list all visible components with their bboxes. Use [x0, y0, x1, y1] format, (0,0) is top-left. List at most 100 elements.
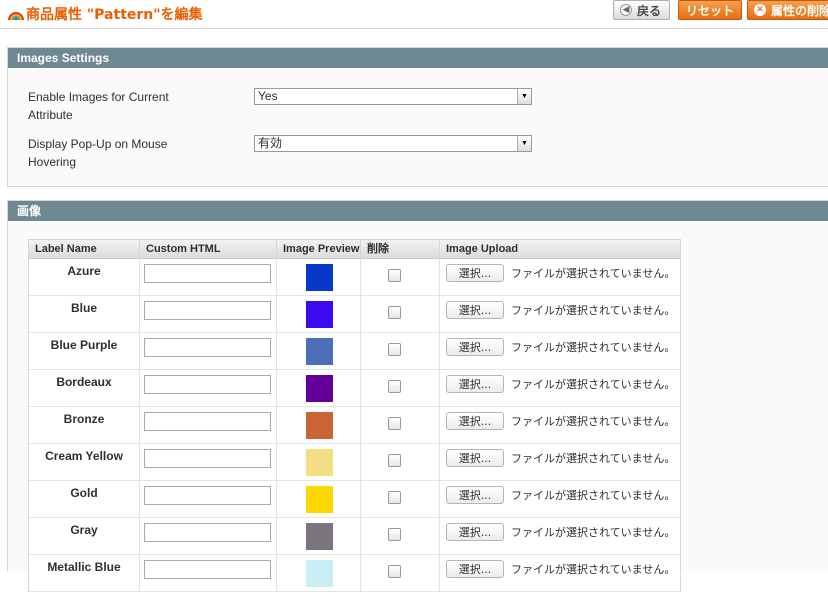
- custom-html-input[interactable]: [144, 264, 271, 283]
- column-delete[interactable]: 削除: [361, 240, 440, 258]
- upload-cell: 選択... ファイルが選択されていません。: [440, 370, 680, 406]
- upload-cell: 選択... ファイルが選択されていません。: [440, 555, 680, 591]
- color-swatch: [306, 301, 333, 328]
- enable-images-value: Yes: [258, 89, 278, 103]
- table-row: Gold 選択... ファイルが選択されていません。: [29, 481, 680, 518]
- no-file-text: ファイルが選択されていません。: [511, 526, 676, 539]
- delete-cell: [361, 518, 440, 554]
- delete-cell: [361, 407, 440, 443]
- delete-cell: [361, 444, 440, 480]
- custom-html-cell: [140, 370, 277, 406]
- table-row: Cream Yellow 選択... ファイルが選択されていません。: [29, 444, 680, 481]
- custom-html-cell: [140, 259, 277, 295]
- custom-html-input[interactable]: [144, 449, 271, 468]
- delete-checkbox[interactable]: [388, 528, 401, 541]
- no-file-text: ファイルが選択されていません。: [511, 378, 676, 391]
- images-settings-section: Images Settings Enable Images for Curren…: [7, 47, 828, 187]
- color-swatch: [306, 449, 333, 476]
- upload-cell: 選択... ファイルが選択されていません。: [440, 333, 680, 369]
- row-label: Bordeaux: [29, 370, 140, 406]
- file-select-button[interactable]: 選択...: [446, 264, 504, 282]
- custom-html-input[interactable]: [144, 375, 271, 394]
- table-row: Blue Purple 選択... ファイルが選択されていません。: [29, 333, 680, 370]
- back-button[interactable]: ◀ 戻る: [613, 0, 670, 20]
- page-header: 商品属性 "Pattern"を編集 ◀ 戻る リセット ✕ 属性の削除: [0, 0, 828, 29]
- custom-html-cell: [140, 555, 277, 591]
- file-select-button[interactable]: 選択...: [446, 523, 504, 541]
- file-select-button[interactable]: 選択...: [446, 412, 504, 430]
- custom-html-input[interactable]: [144, 412, 271, 431]
- table-row: Blue 選択... ファイルが選択されていません。: [29, 296, 680, 333]
- back-button-label: 戻る: [637, 3, 662, 18]
- table-row: Metallic Blue 選択... ファイルが選択されていません。: [29, 555, 680, 592]
- page-title-text: 商品属性 "Pattern"を編集: [26, 7, 203, 23]
- column-custom-html[interactable]: Custom HTML: [140, 240, 277, 258]
- image-preview-cell: [277, 481, 361, 517]
- image-preview-cell: [277, 518, 361, 554]
- color-swatch: [306, 375, 333, 402]
- delete-checkbox[interactable]: [388, 565, 401, 578]
- column-image-upload[interactable]: Image Upload: [440, 240, 680, 258]
- color-swatch: [306, 412, 333, 439]
- images-settings-header: Images Settings: [8, 48, 828, 68]
- row-label: Cream Yellow: [29, 444, 140, 480]
- custom-html-input[interactable]: [144, 523, 271, 542]
- image-preview-cell: [277, 370, 361, 406]
- file-select-button[interactable]: 選択...: [446, 486, 504, 504]
- page-title: 商品属性 "Pattern"を編集: [8, 4, 203, 24]
- delete-checkbox[interactable]: [388, 454, 401, 467]
- images-section: 画像 Label Name Custom HTML Image Preview …: [7, 200, 828, 592]
- delete-checkbox[interactable]: [388, 491, 401, 504]
- image-preview-cell: [277, 296, 361, 332]
- delete-checkbox[interactable]: [388, 417, 401, 430]
- custom-html-input[interactable]: [144, 301, 271, 320]
- image-preview-cell: [277, 333, 361, 369]
- delete-cell: [361, 333, 440, 369]
- file-select-button[interactable]: 選択...: [446, 560, 504, 578]
- enable-images-select[interactable]: Yes ▼: [254, 88, 532, 105]
- delete-checkbox[interactable]: [388, 380, 401, 393]
- row-label: Blue: [29, 296, 140, 332]
- file-select-button[interactable]: 選択...: [446, 338, 504, 356]
- file-select-button[interactable]: 選択...: [446, 375, 504, 393]
- image-preview-cell: [277, 555, 361, 591]
- delete-checkbox[interactable]: [388, 306, 401, 319]
- column-label-name[interactable]: Label Name: [29, 240, 140, 258]
- row-label: Gray: [29, 518, 140, 554]
- image-preview-cell: [277, 407, 361, 443]
- column-image-preview[interactable]: Image Preview: [277, 240, 361, 258]
- enable-images-label: Enable Images for Current Attribute: [28, 90, 169, 122]
- popup-select[interactable]: 有効 ▼: [254, 135, 532, 152]
- upload-cell: 選択... ファイルが選択されていません。: [440, 296, 680, 332]
- color-swatch: [306, 264, 333, 291]
- color-swatch: [306, 486, 333, 513]
- delete-checkbox[interactable]: [388, 269, 401, 282]
- image-preview-cell: [277, 444, 361, 480]
- delete-checkbox[interactable]: [388, 343, 401, 356]
- dropdown-arrow-icon: ▼: [517, 136, 531, 151]
- reset-button[interactable]: リセット: [678, 0, 742, 20]
- table-row: Bordeaux 選択... ファイルが選択されていません。: [29, 370, 680, 407]
- file-select-button[interactable]: 選択...: [446, 301, 504, 319]
- row-label: Azure: [29, 259, 140, 295]
- custom-html-input[interactable]: [144, 338, 271, 357]
- delete-cell: [361, 259, 440, 295]
- delete-cell: [361, 555, 440, 591]
- file-select-button[interactable]: 選択...: [446, 449, 504, 467]
- images-grid: Label Name Custom HTML Image Preview 削除 …: [28, 239, 681, 592]
- delete-attribute-button[interactable]: ✕ 属性の削除: [747, 0, 828, 20]
- upload-cell: 選択... ファイルが選択されていません。: [440, 518, 680, 554]
- row-label: Bronze: [29, 407, 140, 443]
- custom-html-cell: [140, 518, 277, 554]
- color-swatch: [306, 338, 333, 365]
- no-file-text: ファイルが選択されていません。: [511, 267, 676, 280]
- custom-html-cell: [140, 296, 277, 332]
- table-row: Azure 選択... ファイルが選択されていません。: [29, 259, 680, 296]
- images-section-header: 画像: [8, 201, 828, 221]
- no-file-text: ファイルが選択されていません。: [511, 341, 676, 354]
- no-file-text: ファイルが選択されていません。: [511, 415, 676, 428]
- reset-button-label: リセット: [685, 3, 734, 18]
- custom-html-input[interactable]: [144, 486, 271, 505]
- upload-cell: 選択... ファイルが選択されていません。: [440, 407, 680, 443]
- no-file-text: ファイルが選択されていません。: [511, 452, 676, 465]
